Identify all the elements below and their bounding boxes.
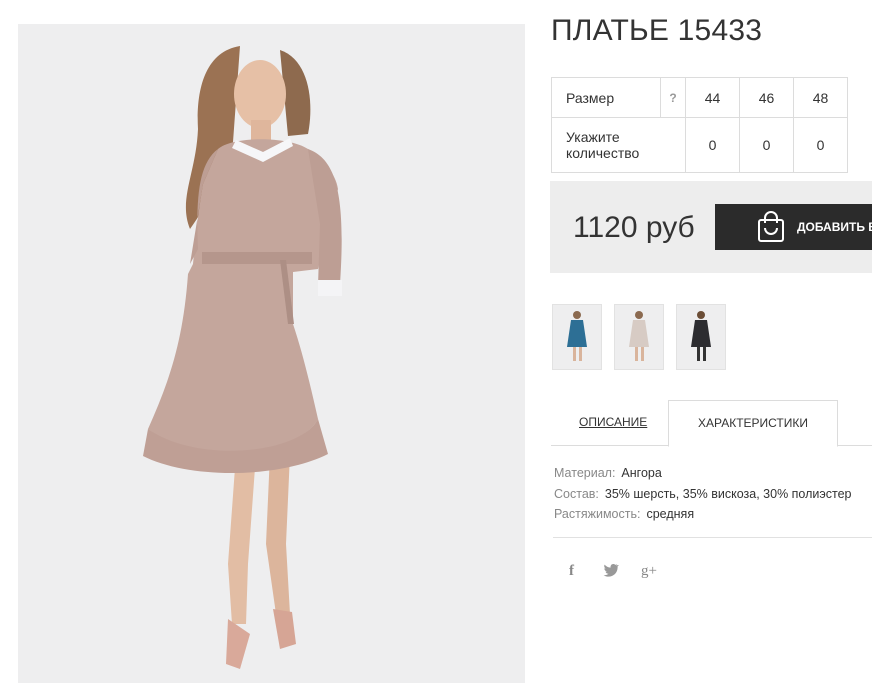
google-plus-icon[interactable]: g+: [641, 563, 657, 580]
add-to-cart-label: ДОБАВИТЬ В: [797, 220, 872, 234]
twitter-icon[interactable]: [603, 563, 619, 581]
price-box: 1120 руб ДОБАВИТЬ В: [550, 181, 872, 273]
tab-characteristics[interactable]: ХАРАКТЕРИСТИКИ: [668, 400, 838, 447]
characteristic-value: средняя: [646, 507, 695, 521]
thumbnail-beige-dress[interactable]: [614, 304, 664, 370]
characteristics-list: Материал: Ангора Состав: 35% шерсть, 35% в…: [554, 463, 852, 525]
product-title: ПЛАТЬЕ 15433: [551, 14, 763, 47]
characteristic-label: Растяжимость:: [554, 507, 641, 521]
characteristic-row: Состав: 35% шерсть, 35% вискоза, 30% поли…: [554, 484, 852, 505]
thumbnail-blue-image: [567, 311, 587, 361]
dress-model-illustration: [143, 46, 342, 669]
twitter-bird-glyph: [603, 564, 619, 577]
product-tabs: ОПИСАНИЕ ХАРАКТЕРИСТИКИ: [551, 400, 872, 447]
characteristic-row: Растяжимость: средняя: [554, 504, 852, 525]
thumbnail-blue-dress[interactable]: [552, 304, 602, 370]
size-row: Размер ? 44 46 48: [551, 77, 848, 118]
thumbnail-dark-dress[interactable]: [676, 304, 726, 370]
quantity-label: Укажите количество: [551, 117, 686, 173]
tab-description[interactable]: ОПИСАНИЕ: [579, 415, 647, 429]
product-price: 1120 руб: [573, 211, 695, 244]
quantity-row: Укажите количество 0 0 0: [551, 117, 848, 173]
size-46: 46: [739, 77, 794, 118]
quantity-input-46[interactable]: 0: [739, 117, 794, 173]
characteristic-value: Ангора: [621, 466, 662, 480]
shopping-bag-icon: [757, 211, 785, 243]
thumbnail-dark-image: [691, 311, 711, 361]
product-main-photo[interactable]: [18, 24, 525, 683]
thumbnail-beige-image: [629, 311, 649, 361]
size-quantity-table: Размер ? 44 46 48 Укажите количество 0 0…: [551, 77, 848, 173]
characteristic-value: 35% шерсть, 35% вискоза, 30% полиэстер: [604, 486, 852, 501]
divider: [553, 537, 872, 538]
size-48: 48: [793, 77, 848, 118]
size-44: 44: [685, 77, 740, 118]
size-help-icon[interactable]: ?: [660, 77, 686, 118]
quantity-input-48[interactable]: 0: [793, 117, 848, 173]
characteristic-label: Материал:: [554, 466, 616, 480]
facebook-icon[interactable]: f: [569, 563, 574, 580]
characteristic-row: Материал: Ангора: [554, 463, 852, 484]
size-label: Размер: [551, 77, 661, 118]
quantity-input-44[interactable]: 0: [685, 117, 740, 173]
characteristic-label: Состав:: [554, 486, 599, 501]
add-to-cart-button[interactable]: ДОБАВИТЬ В: [715, 204, 872, 250]
